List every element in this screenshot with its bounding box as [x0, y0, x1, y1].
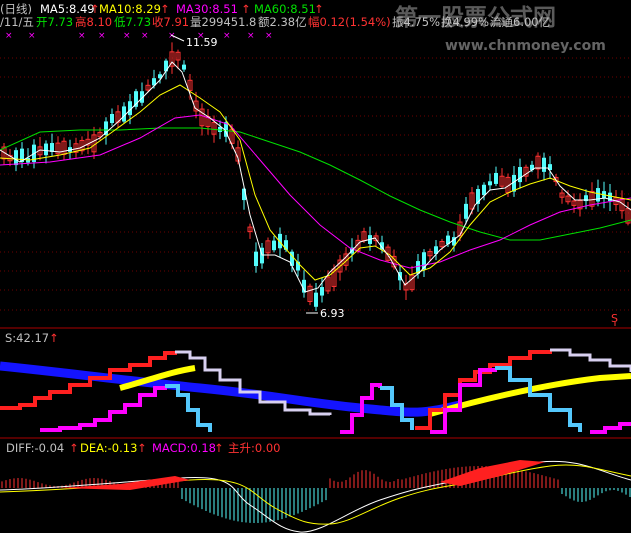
- signal-marker: ×: [141, 31, 149, 41]
- macd-value: MACD:0.18: [152, 441, 216, 455]
- macd-fill-2: [440, 460, 545, 486]
- price-grid: [0, 57, 631, 311]
- amplitude: 振4.75%: [392, 15, 440, 29]
- macd-arrow: ↑: [214, 441, 224, 455]
- cyan-step-3: [495, 366, 582, 432]
- candle-body: [254, 251, 258, 267]
- magenta-step-4: [590, 422, 631, 434]
- ma60-value: MA60:8.51: [254, 2, 316, 16]
- indicator-s-arrow: ↑: [49, 331, 59, 345]
- indicator-s-panel: [0, 348, 631, 434]
- diff-value: DIFF:-0.04: [6, 441, 64, 455]
- candle-body: [14, 150, 18, 166]
- dea-arrow: ↑: [137, 441, 147, 455]
- float-shares: 流通6.00亿: [490, 15, 550, 29]
- signal-marker: ×: [123, 31, 131, 41]
- candle-body: [542, 157, 546, 172]
- ma30-line: [0, 114, 631, 269]
- candle-body: [494, 172, 498, 184]
- candle-body: [110, 113, 114, 124]
- close-price: 收7.91: [152, 15, 189, 29]
- candle-body: [314, 292, 318, 307]
- candle-body: [272, 240, 276, 251]
- ma5-value: MA5:8.49: [40, 2, 95, 16]
- zhusheng-value: 主升:0.00: [228, 441, 280, 455]
- signal-marker: ×: [265, 31, 273, 41]
- dea-line: [0, 464, 631, 525]
- date-label: /11/五: [0, 15, 34, 29]
- candle-body: [464, 203, 468, 219]
- high-price-label: 11.59: [186, 36, 218, 49]
- signal-markers: × × × × × × × × × × ×: [5, 31, 273, 41]
- cyan-step-1: [165, 384, 212, 432]
- period-label: (日线): [0, 2, 32, 16]
- signal-marker: ×: [98, 31, 106, 41]
- ma30-value: MA30:8.51: [176, 2, 238, 16]
- candle-body: [482, 184, 486, 196]
- low-price: 低7.73: [114, 15, 151, 29]
- ma10-line: [0, 84, 631, 281]
- low-price-label: 6.93: [320, 307, 345, 320]
- volume: 量299451.8: [190, 15, 256, 29]
- high-price: 高8.10: [75, 15, 112, 29]
- dea-value: DEA:-0.13: [80, 441, 137, 455]
- diff-line: [0, 460, 631, 533]
- turnover: 换4.99%: [441, 15, 489, 29]
- ma10-arrow: ↑: [160, 2, 170, 16]
- indicator-s-value: S:42.17: [5, 331, 49, 345]
- candle-body: [320, 287, 324, 296]
- ma10-value: MA10:8.29: [99, 2, 161, 16]
- ma30-arrow: ↑: [241, 2, 251, 16]
- signal-marker: ×: [223, 31, 231, 41]
- amount: 额2.38亿: [258, 15, 307, 29]
- diff-arrow: ↑: [69, 441, 79, 455]
- signal-marker: ×: [28, 31, 36, 41]
- open-price: 开7.73: [36, 15, 73, 29]
- candle-body: [488, 181, 492, 186]
- candle-body: [44, 143, 48, 156]
- signal-marker: ×: [5, 31, 13, 41]
- ma60-arrow: ↑: [314, 2, 324, 16]
- signal-marker: ×: [168, 31, 176, 41]
- stock-chart[interactable]: × × × × × × × × × × × 第一股票公式网 www.chnmoney.com (日线…: [0, 0, 631, 533]
- candle-body: [182, 64, 186, 70]
- macd-panel: [0, 460, 631, 533]
- signal-marker: ×: [78, 31, 86, 41]
- change: 幅0.12(1.54%): [308, 15, 391, 29]
- lavender-step-2: [550, 348, 631, 372]
- signal-marker: ×: [247, 31, 255, 41]
- watermark-url: www.chnmoney.com: [445, 38, 606, 54]
- candle-body: [518, 167, 522, 183]
